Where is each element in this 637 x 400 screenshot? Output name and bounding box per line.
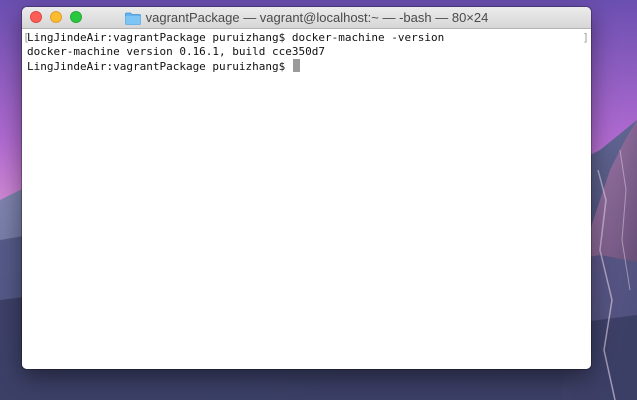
left-bracket: [ <box>23 31 30 44</box>
terminal-line: LingJindeAir:vagrantPackage puruizhang$ … <box>27 31 445 44</box>
title-bar[interactable]: vagrantPackage — vagrant@localhost:~ — -… <box>22 7 591 29</box>
window-title-text: vagrantPackage — vagrant@localhost:~ — -… <box>145 10 489 25</box>
folder-icon <box>124 12 141 25</box>
terminal-window[interactable]: vagrantPackage — vagrant@localhost:~ — -… <box>22 7 591 369</box>
right-bracket: ] <box>582 31 589 44</box>
terminal-line: docker-machine version 0.16.1, build cce… <box>27 45 326 58</box>
terminal-prompt-line[interactable]: LingJindeAir:vagrantPackage puruizhang$ <box>27 59 591 73</box>
text-cursor <box>292 59 300 72</box>
terminal-prompt: LingJindeAir:vagrantPackage puruizhang$ <box>27 60 292 73</box>
terminal-content[interactable]: [ ] LingJindeAir:vagrantPackage puruizha… <box>22 29 591 369</box>
window-title: vagrantPackage — vagrant@localhost:~ — -… <box>22 7 591 28</box>
